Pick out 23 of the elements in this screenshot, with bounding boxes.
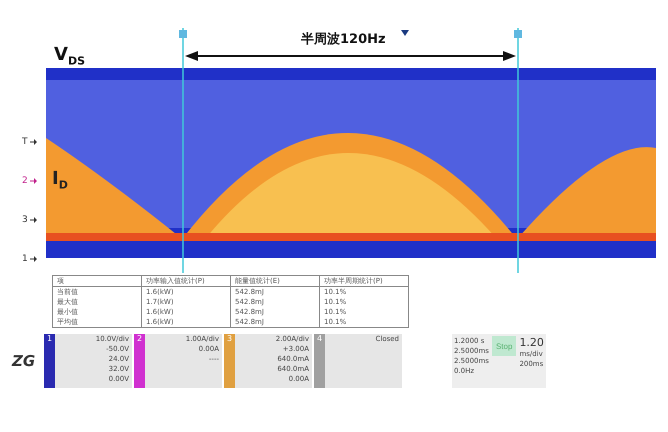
timebase-scale: 1.20 — [519, 336, 544, 349]
span-label: 半周波120Hz — [301, 31, 386, 48]
id-label: I$_{D}$ — [52, 168, 68, 192]
cursor-line[interactable] — [182, 28, 184, 273]
channel-marker: 2 — [22, 176, 28, 186]
channel-marker: 1 — [22, 254, 28, 264]
cursor-line[interactable] — [517, 28, 519, 273]
stop-button[interactable]: Stop — [492, 336, 516, 356]
cursor-handle-icon[interactable] — [179, 30, 187, 38]
channel-badge[interactable]: 4 — [314, 334, 325, 388]
arrow-icon — [30, 138, 36, 144]
arrow-icon — [30, 256, 37, 262]
channel-badge[interactable]: 2 — [134, 334, 145, 388]
vds-label: V$_{DS}$ — [54, 44, 85, 68]
arrow-icon — [30, 178, 37, 184]
arrow-icon — [30, 216, 37, 222]
channel-badge[interactable]: 1 — [44, 334, 55, 388]
channel-badge[interactable]: 3 — [224, 334, 235, 388]
trigger-marker-icon — [401, 30, 409, 36]
channel-marker: T — [22, 136, 28, 146]
channel-marker: 3 — [22, 214, 28, 224]
brand-logo: ZG — [12, 352, 36, 370]
cursor-handle-icon[interactable] — [514, 30, 522, 38]
